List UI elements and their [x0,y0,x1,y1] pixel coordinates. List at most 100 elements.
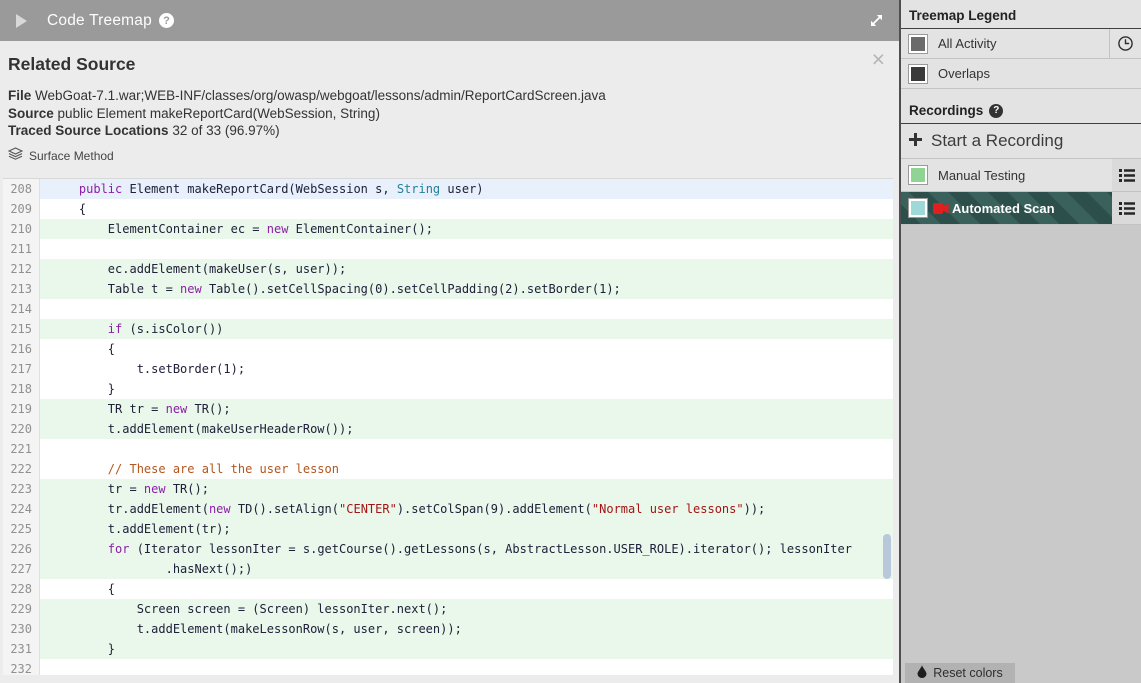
code-line-text: for (Iterator lessonIter = s.getCourse()… [40,539,893,559]
line-number: 211 [3,239,40,259]
line-number: 208 [3,179,40,199]
code-line-text: TR tr = new TR(); [40,399,893,419]
code-lines: 208 public Element makeReportCard(WebSes… [3,179,893,675]
recording-item-main[interactable]: Automated Scan [901,192,1112,224]
code-line: 212 ec.addElement(makeUser(s, user)); [3,259,893,279]
code-line-text: } [40,379,893,399]
code-line: 215 if (s.isColor()) [3,319,893,339]
code-line: 226 for (Iterator lessonIter = s.getCour… [3,539,893,559]
recording-swatch [911,201,925,215]
line-number: 219 [3,399,40,419]
code-viewer[interactable]: 208 public Element makeReportCard(WebSes… [3,178,893,675]
code-line-text [40,299,893,319]
code-line: 224 tr.addElement(new TD().setAlign("CEN… [3,499,893,519]
recording-item-automated-scan[interactable]: Automated Scan [901,192,1141,225]
code-line-text: t.addElement(makeLessonRow(s, user, scre… [40,619,893,639]
code-line: 225 t.addElement(tr); [3,519,893,539]
code-line-text: t.addElement(tr); [40,519,893,539]
treemap-legend-title-text: Treemap Legend [909,8,1017,23]
line-number: 212 [3,259,40,279]
code-line-text: // These are all the user lesson [40,459,893,479]
treemap-legend-title: Treemap Legend [901,0,1141,29]
code-line: 222 // These are all the user lesson [3,459,893,479]
code-line-text: public Element makeReportCard(WebSession… [40,179,893,199]
help-icon[interactable]: ? [158,13,174,28]
code-line: 231 } [3,639,893,659]
line-number: 214 [3,299,40,319]
legend-item-overlaps[interactable]: Overlaps [901,59,1141,89]
surface-method-label: Surface Method [29,148,114,163]
code-line: 223 tr = new TR(); [3,479,893,499]
code-line: 221 [3,439,893,459]
droplet-icon [917,665,927,681]
line-number: 228 [3,579,40,599]
line-number: 209 [3,199,40,219]
code-line: 218 } [3,379,893,399]
reset-colors-button[interactable]: Reset colors [905,663,1015,683]
legend-label: All Activity [938,36,997,51]
code-line-text: { [40,579,893,599]
line-number: 229 [3,599,40,619]
code-line-text [40,239,893,259]
line-number: 221 [3,439,40,459]
expand-icon[interactable] [868,12,885,29]
line-number: 226 [3,539,40,559]
page-title: Related Source [8,54,136,74]
legend-item-all-activity[interactable]: All Activity [901,29,1141,59]
surface-method-row: Surface Method [0,138,899,164]
line-number: 223 [3,479,40,499]
code-line-text: tr = new TR(); [40,479,893,499]
code-line-text: { [40,339,893,359]
code-line: 213 Table t = new Table().setCellSpacing… [3,279,893,299]
source-value: public Element makeReportCard(WebSession… [57,105,380,121]
code-line-text: .hasNext();) [40,559,893,579]
line-number: 222 [3,459,40,479]
line-number: 216 [3,339,40,359]
layers-icon [7,147,24,164]
code-line: 211 [3,239,893,259]
source-label: Source [8,105,54,121]
start-recording-button[interactable]: Start a Recording [901,124,1141,159]
related-source-panel: × Related Source File WebGoat-7.1.war;WE… [0,41,899,683]
recording-item-main[interactable]: Manual Testing [901,159,1112,191]
code-line: 216 { [3,339,893,359]
code-line-text: tr.addElement(new TD().setAlign("CENTER"… [40,499,893,519]
start-recording-label: Start a Recording [931,131,1064,150]
legend-swatch [911,36,925,51]
code-line-text: Screen screen = (Screen) lessonIter.next… [40,599,893,619]
sidebar-empty-area [901,225,1141,683]
line-number: 218 [3,379,40,399]
history-clock-button[interactable] [1109,29,1141,58]
recording-list-button[interactable] [1112,159,1141,191]
code-line-text: { [40,199,893,219]
traced-value: 32 of 33 (96.97%) [172,123,280,138]
code-scrollbar[interactable] [883,534,891,579]
recordings-title-text: Recordings [909,103,984,118]
file-label: File [8,88,32,103]
app-root: Code Treemap ? × Related Source File Web… [0,0,1141,683]
file-row: File WebGoat-7.1.war;WEB-INF/classes/org… [0,75,899,103]
recording-item-manual-testing[interactable]: Manual Testing [901,159,1141,192]
recording-list-button[interactable] [1112,192,1141,224]
code-treemap-panel: Code Treemap ? × Related Source File Web… [0,0,899,683]
code-line: 214 [3,299,893,319]
code-line: 229 Screen screen = (Screen) lessonIter.… [3,599,893,619]
line-number: 227 [3,559,40,579]
code-line: 227 .hasNext();) [3,559,893,579]
line-number: 220 [3,419,40,439]
line-number: 217 [3,359,40,379]
line-number: 230 [3,619,40,639]
close-icon[interactable]: × [872,48,885,71]
line-number: 215 [3,319,40,339]
legend-label: Overlaps [938,66,991,81]
code-line: 208 public Element makeReportCard(WebSes… [3,179,893,199]
line-number: 224 [3,499,40,519]
line-number: 225 [3,519,40,539]
code-line-text: ElementContainer ec = new ElementContain… [40,219,893,239]
recording-camera-icon [933,202,949,214]
recordings-help-icon[interactable]: ? [989,103,1004,118]
code-line-text [40,439,893,459]
code-line: 228 { [3,579,893,599]
collapse-caret-icon[interactable] [16,13,27,28]
code-line: 232 [3,659,893,675]
